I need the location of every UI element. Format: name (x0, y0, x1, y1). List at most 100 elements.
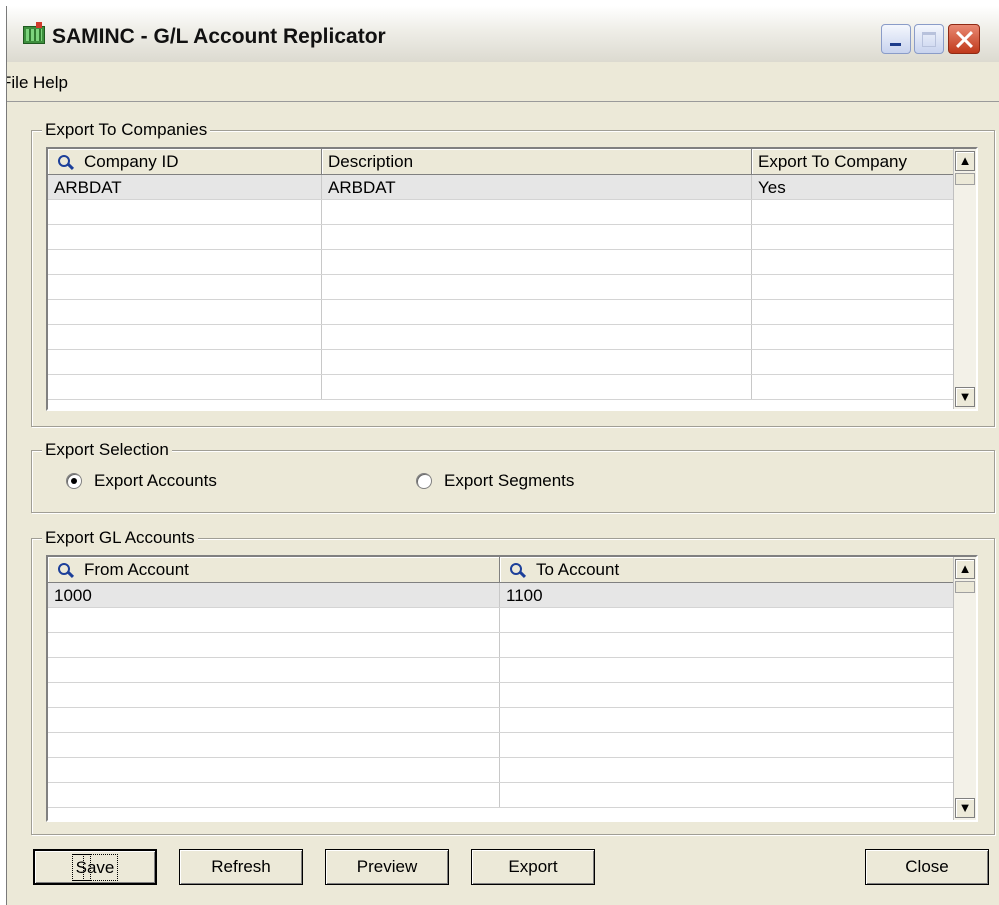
empty-cell[interactable] (48, 683, 500, 707)
scroll-thumb[interactable] (955, 581, 975, 593)
table-row[interactable] (48, 275, 954, 300)
magnifier-icon[interactable] (58, 154, 74, 171)
close-button[interactable]: Close (865, 849, 989, 885)
magnifier-icon[interactable] (510, 562, 526, 579)
empty-cell[interactable] (752, 225, 954, 249)
menu-help[interactable]: Help (33, 73, 68, 93)
save-button-label: Save (71, 854, 119, 881)
title-bar[interactable]: SAMINC - G/L Account Replicator (7, 6, 999, 62)
table-row[interactable] (48, 225, 954, 250)
empty-cell[interactable] (48, 608, 500, 632)
table-row[interactable] (48, 250, 954, 275)
magnifier-icon[interactable] (58, 562, 74, 579)
cell-to-account[interactable]: 1100 (500, 583, 954, 607)
companies-group-label: Export To Companies (42, 120, 211, 140)
empty-cell[interactable] (322, 250, 752, 274)
column-header-description[interactable]: Description (322, 149, 752, 175)
accounts-scrollbar[interactable]: ▲ ▼ (953, 557, 976, 820)
empty-cell[interactable] (752, 275, 954, 299)
column-header-to-account[interactable]: To Account (500, 557, 954, 583)
empty-cell[interactable] (752, 200, 954, 224)
export-accounts-radio[interactable]: Export Accounts (66, 471, 217, 491)
empty-cell[interactable] (500, 633, 954, 657)
empty-cell[interactable] (48, 633, 500, 657)
empty-cell[interactable] (500, 683, 954, 707)
table-row[interactable] (48, 200, 954, 225)
empty-cell[interactable] (322, 275, 752, 299)
empty-cell[interactable] (752, 300, 954, 324)
empty-cell[interactable] (48, 758, 500, 782)
empty-cell[interactable] (322, 350, 752, 374)
menu-file[interactable]: File (7, 73, 28, 93)
table-row[interactable] (48, 758, 954, 783)
companies-grid[interactable]: Company ID Description Export To Company… (46, 147, 978, 411)
empty-cell[interactable] (48, 225, 322, 249)
empty-cell[interactable] (48, 250, 322, 274)
empty-cell[interactable] (500, 733, 954, 757)
empty-cell[interactable] (322, 300, 752, 324)
minimize-button[interactable] (881, 24, 911, 54)
column-header-export-to-company[interactable]: Export To Company (752, 149, 954, 175)
close-window-button[interactable] (948, 24, 980, 54)
empty-cell[interactable] (500, 783, 954, 807)
empty-cell[interactable] (48, 708, 500, 732)
scroll-down-arrow-icon[interactable]: ▼ (955, 387, 975, 407)
empty-cell[interactable] (48, 783, 500, 807)
empty-cell[interactable] (752, 350, 954, 374)
refresh-button[interactable]: Refresh (179, 849, 303, 885)
empty-cell[interactable] (752, 250, 954, 274)
table-row[interactable] (48, 733, 954, 758)
radio-unchecked-icon[interactable] (416, 473, 432, 489)
scroll-down-arrow-icon[interactable]: ▼ (955, 798, 975, 818)
table-row[interactable] (48, 633, 954, 658)
table-row[interactable] (48, 350, 954, 375)
empty-cell[interactable] (500, 708, 954, 732)
empty-cell[interactable] (752, 325, 954, 349)
empty-cell[interactable] (322, 200, 752, 224)
table-row[interactable] (48, 375, 954, 400)
table-row[interactable] (48, 658, 954, 683)
export-button[interactable]: Export (471, 849, 595, 885)
cell-description[interactable]: ARBDAT (322, 175, 752, 199)
scroll-up-arrow-icon[interactable]: ▲ (955, 559, 975, 579)
cell-from-account[interactable]: 1000 (48, 583, 500, 607)
save-button[interactable]: Save (33, 849, 157, 885)
column-header-company-id[interactable]: Company ID (48, 149, 322, 175)
empty-cell[interactable] (48, 375, 322, 399)
companies-scrollbar[interactable]: ▲ ▼ (953, 149, 976, 409)
accounts-grid[interactable]: From Account To Account 1000 1100 ▲ ▼ (46, 555, 978, 822)
empty-cell[interactable] (322, 325, 752, 349)
empty-cell[interactable] (48, 350, 322, 374)
table-row[interactable]: ARBDAT ARBDAT Yes (48, 175, 954, 200)
empty-cell[interactable] (48, 733, 500, 757)
close-button-label: Close (905, 857, 949, 876)
empty-cell[interactable] (48, 200, 322, 224)
table-row[interactable] (48, 608, 954, 633)
window-title: SAMINC - G/L Account Replicator (52, 25, 386, 48)
table-row[interactable] (48, 783, 954, 808)
empty-cell[interactable] (500, 758, 954, 782)
empty-cell[interactable] (48, 275, 322, 299)
empty-cell[interactable] (48, 325, 322, 349)
table-row[interactable] (48, 325, 954, 350)
table-row[interactable] (48, 708, 954, 733)
scroll-up-arrow-icon[interactable]: ▲ (955, 151, 975, 171)
table-row[interactable]: 1000 1100 (48, 583, 954, 608)
maximize-button[interactable] (914, 24, 944, 54)
empty-cell[interactable] (500, 608, 954, 632)
radio-checked-icon[interactable] (66, 473, 82, 489)
empty-cell[interactable] (322, 375, 752, 399)
empty-cell[interactable] (752, 375, 954, 399)
table-row[interactable] (48, 300, 954, 325)
empty-cell[interactable] (500, 658, 954, 682)
empty-cell[interactable] (48, 300, 322, 324)
export-segments-radio[interactable]: Export Segments (416, 471, 574, 491)
empty-cell[interactable] (48, 658, 500, 682)
empty-cell[interactable] (322, 225, 752, 249)
cell-export-to-company[interactable]: Yes (752, 175, 954, 199)
column-header-from-account[interactable]: From Account (48, 557, 500, 583)
preview-button[interactable]: Preview (325, 849, 449, 885)
table-row[interactable] (48, 683, 954, 708)
cell-company-id[interactable]: ARBDAT (48, 175, 322, 199)
scroll-thumb[interactable] (955, 173, 975, 185)
